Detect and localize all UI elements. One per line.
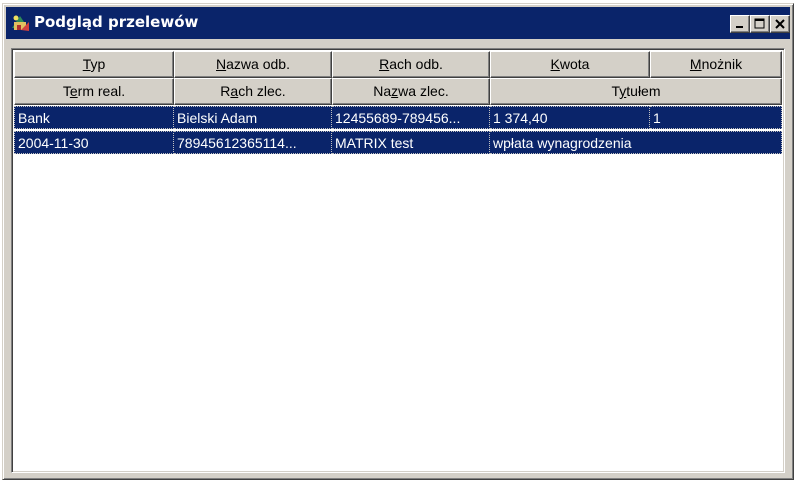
column-header-nazwa-odb[interactable]: Nazwa odb.: [174, 51, 332, 78]
cell-typ: Bank: [14, 106, 174, 129]
title-bar[interactable]: Podgląd przelewów: [6, 7, 790, 39]
cell-term-real: 2004-11-30: [14, 131, 174, 154]
maximize-icon: [754, 18, 765, 29]
column-header-term-real[interactable]: Term real.: [14, 78, 174, 105]
transfer-record[interactable]: Bank Bielski Adam 12455689-789456... 1 3…: [14, 106, 782, 156]
maximize-button[interactable]: [750, 15, 770, 33]
column-header-rach-odb[interactable]: Rach odb.: [332, 51, 490, 78]
close-button[interactable]: [770, 15, 790, 33]
minimize-button[interactable]: [730, 15, 750, 33]
column-header-nazwa-zlec[interactable]: Nazwa zlec.: [332, 78, 490, 105]
column-header-rach-zlec[interactable]: Rach zlec.: [174, 78, 332, 105]
column-header-kwota[interactable]: Kwota: [490, 51, 650, 78]
transfer-list[interactable]: Typ Nazwa odb. Rach odb. Kwota Mnożnik T…: [11, 48, 785, 473]
column-header-typ[interactable]: Typ: [14, 51, 174, 78]
app-icon[interactable]: [9, 12, 31, 34]
cell-tytulem: wpłata wynagrodzenia: [490, 131, 782, 154]
cell-mnoznik: 1: [650, 106, 782, 129]
cell-kwota: 1 374,40: [490, 106, 650, 129]
cell-rach-odb: 12455689-789456...: [332, 106, 490, 129]
column-header-tytulem[interactable]: Tytułem: [490, 78, 782, 105]
table-row[interactable]: 2004-11-30 78945612365114... MATRIX test…: [14, 131, 782, 154]
transfer-preview-window: Podgląd przelewów Typ Nazwa odb. Rach od…: [2, 3, 794, 480]
close-icon: [775, 19, 785, 29]
table-row[interactable]: Bank Bielski Adam 12455689-789456... 1 3…: [14, 106, 782, 129]
cell-nazwa-odb: Bielski Adam: [174, 106, 332, 129]
column-header-mnoznik[interactable]: Mnożnik: [650, 51, 782, 78]
cell-nazwa-zlec: MATRIX test: [332, 131, 490, 154]
cell-rach-zlec: 78945612365114...: [174, 131, 332, 154]
minimize-icon: [736, 26, 743, 28]
window-title: Podgląd przelewów: [34, 13, 199, 31]
